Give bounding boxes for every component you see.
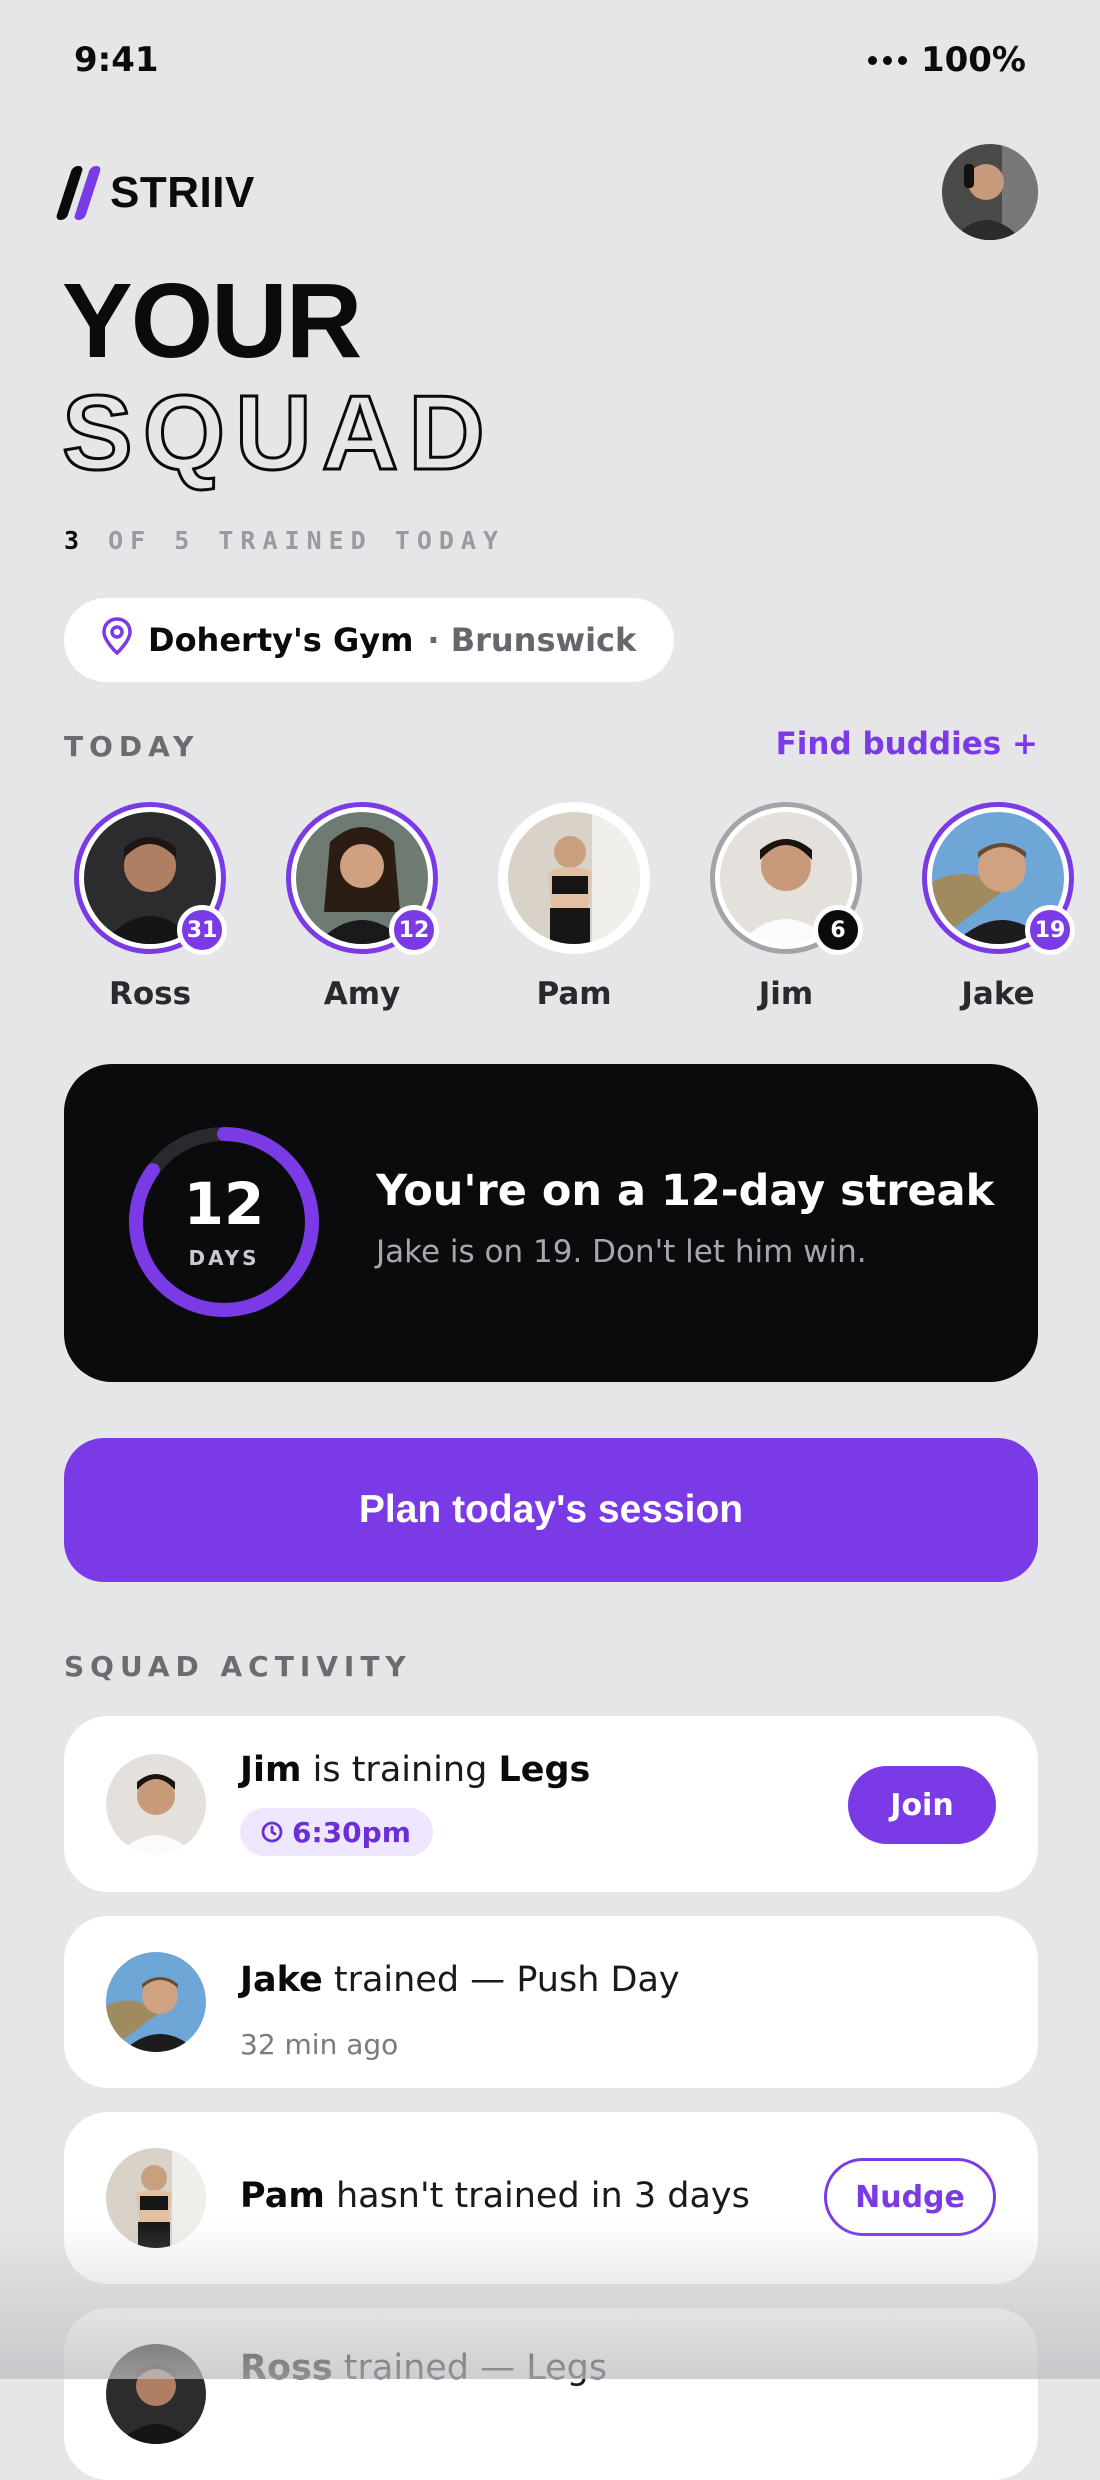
buddy-jake[interactable]: 19 Jake (918, 802, 1078, 1012)
activity-text: Jake trained — Push Day (240, 1960, 680, 2000)
activity-item-ross: Ross trained — Legs (64, 2308, 1038, 2480)
profile-avatar[interactable] (942, 144, 1038, 240)
buddy-avatar-ring (498, 802, 650, 954)
buddy-name: Amy (323, 976, 401, 1012)
avatar (106, 1952, 206, 2052)
buddy-name: Pam (536, 976, 612, 1012)
find-buddies-link[interactable]: Find buddies + (776, 726, 1038, 762)
activity-item-jim: Jim is training Legs 6:30pm Join (64, 1716, 1038, 1892)
battery-level: 100% (920, 40, 1026, 80)
activity-user: Jim (240, 1750, 302, 1790)
avatar (106, 1754, 206, 1854)
trained-today-count: 3 OF 5 TRAINED TODAY (64, 526, 505, 555)
app-name: STRIIV (110, 168, 255, 217)
buddy-avatar-ring: 6 (710, 802, 863, 955)
squad-activity-label: SQUAD ACTIVITY (64, 1650, 412, 1683)
join-button[interactable]: Join (848, 1766, 996, 1844)
nudge-button[interactable]: Nudge (824, 2158, 996, 2236)
activity-text: Jim is training Legs (240, 1750, 590, 1790)
activity-user: Jake (240, 1960, 323, 2000)
activity-text: Ross trained — Legs (240, 2348, 607, 2388)
buddy-name: Ross (108, 976, 192, 1012)
streak-badge: 12 (389, 905, 439, 955)
activity-verb: trained — Push Day (322, 1960, 680, 2000)
streak-badge: 6 (813, 905, 863, 955)
avatar (106, 2344, 206, 2444)
buddy-avatar-ring: 19 (922, 802, 1075, 955)
gym-suburb: · Brunswick (427, 621, 637, 659)
today-label: TODAY (64, 730, 200, 763)
buddy-name: Jake (961, 976, 1035, 1012)
streak-days-label: DAYS (188, 1246, 260, 1270)
buddy-ross[interactable]: 31 Ross (70, 802, 230, 1012)
avatar (508, 812, 640, 944)
app-logo: STRIIV (55, 166, 255, 220)
trained-count: 3 (64, 526, 87, 555)
page-title-line2: SQUAD (61, 374, 495, 492)
activity-item-jake: Jake trained — Push Day 32 min ago (64, 1916, 1038, 2088)
buddy-avatar-ring: 31 (74, 802, 227, 955)
activity-workout: Legs (498, 1750, 591, 1790)
gym-selector[interactable]: Doherty's Gym · Brunswick (64, 598, 675, 682)
buddy-jim[interactable]: 6 Jim (706, 802, 866, 1012)
activity-text: Pam hasn't trained in 3 days (240, 2176, 750, 2216)
signal-dots-icon (867, 55, 907, 65)
session-time-pill: 6:30pm (240, 1808, 433, 1856)
plan-session-button[interactable]: Plan today's session (64, 1438, 1038, 1582)
buddy-pam[interactable]: Pam (494, 802, 654, 1012)
page-title-line1: YOUR (62, 262, 362, 380)
streak-badge: 19 (1025, 905, 1075, 955)
activity-item-pam: Pam hasn't trained in 3 days Nudge (64, 2112, 1038, 2284)
streak-subtitle: Jake is on 19. Don't let him win. (376, 1234, 867, 1270)
trained-rest: OF 5 TRAINED TODAY (86, 526, 506, 555)
buddy-name: Jim (758, 976, 814, 1012)
status-time: 9:41 (74, 40, 159, 80)
activity-verb: hasn't trained in 3 days (324, 2176, 750, 2216)
gym-name: Doherty's Gym (148, 621, 414, 659)
streak-card: 12 DAYS You're on a 12-day streak Jake i… (64, 1064, 1038, 1382)
activity-time-ago: 32 min ago (240, 2028, 399, 2061)
buddy-avatar-ring: 12 (286, 802, 439, 955)
buddy-amy[interactable]: 12 Amy (282, 802, 442, 1012)
logo-mark-icon (55, 166, 102, 220)
activity-user: Ross (240, 2348, 333, 2388)
streak-days-number: 12 (183, 1170, 265, 1238)
activity-user: Pam (240, 2176, 325, 2216)
avatar (106, 2148, 206, 2248)
status-right: 100% (867, 40, 1026, 80)
clock-icon (261, 1821, 283, 1843)
streak-title: You're on a 12-day streak (376, 1166, 995, 1216)
activity-verb: is training (301, 1750, 499, 1790)
activity-verb: trained — Legs (332, 2348, 608, 2388)
session-time: 6:30pm (292, 1815, 411, 1849)
streak-badge: 31 (177, 905, 227, 955)
location-pin-icon (100, 617, 134, 663)
